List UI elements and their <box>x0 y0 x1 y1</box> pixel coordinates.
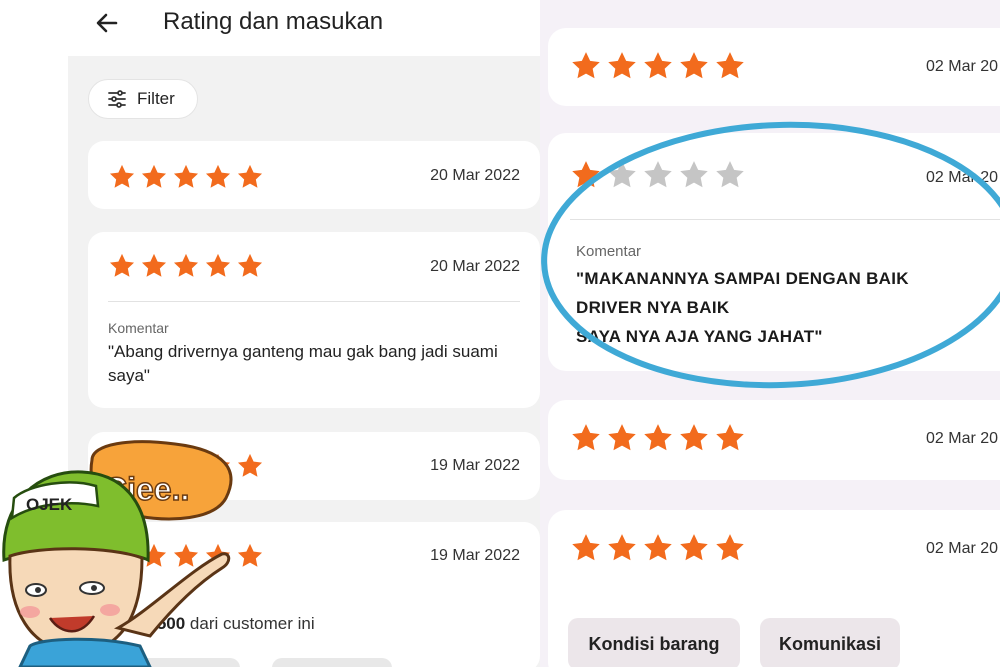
filter-sliders-icon <box>108 90 126 108</box>
star-filled-icon <box>570 532 602 564</box>
chip-kondisi-barang[interactable]: Kondisi barang <box>568 618 740 667</box>
comment-label: Komentar <box>108 320 169 336</box>
comment-line: DRIVER NYA BAIK <box>576 298 730 317</box>
star-rating <box>570 422 746 454</box>
star-empty-icon <box>678 159 710 191</box>
star-rating <box>108 163 264 191</box>
star-filled-icon <box>108 163 136 191</box>
category-chip[interactable] <box>272 658 392 667</box>
star-filled-icon <box>606 422 638 454</box>
star-filled-icon <box>642 50 674 82</box>
star-filled-icon <box>236 452 264 480</box>
star-filled-icon <box>236 542 264 570</box>
filter-label: Filter <box>137 89 175 108</box>
star-filled-icon <box>172 163 200 191</box>
star-filled-icon <box>606 50 638 82</box>
review-card-highlighted[interactable]: 02 Mar 20 Komentar "MAKANANNYA SAMPAI DE… <box>548 133 1000 371</box>
review-card[interactable]: 20 Mar 2022 <box>88 141 540 209</box>
left-screenshot: Rating dan masukan Filter 20 Mar 2022 20… <box>0 0 540 667</box>
star-rating <box>570 50 746 82</box>
review-card[interactable]: 20 Mar 2022 Komentar "Abang drivernya ga… <box>88 232 540 408</box>
review-date: 20 Mar 2022 <box>430 258 520 275</box>
star-filled-icon <box>236 252 264 280</box>
divider <box>108 301 520 302</box>
comment-line: SAYA NYA AJA YANG JAHAT" <box>576 327 823 346</box>
star-filled-icon <box>606 532 638 564</box>
review-card[interactable]: 02 Mar 20 <box>548 400 1000 480</box>
star-empty-icon <box>714 159 746 191</box>
right-screenshot: 02 Mar 20 02 Mar 20 Komentar "MAKANANNYA… <box>540 0 1000 667</box>
ojek-driver-sticker: Ciee.. OJEK <box>2 440 233 667</box>
review-date: 20 Mar 2022 <box>430 167 520 184</box>
review-date: 02 Mar 20 <box>926 430 999 447</box>
star-rating <box>570 159 746 191</box>
star-filled-icon <box>140 163 168 191</box>
star-filled-icon <box>714 532 746 564</box>
star-filled-icon <box>570 159 602 191</box>
star-empty-icon <box>642 159 674 191</box>
star-filled-icon <box>236 163 264 191</box>
star-filled-icon <box>678 532 710 564</box>
review-date: 02 Mar 20 <box>926 58 999 75</box>
review-card[interactable]: 02 Mar 20 <box>548 28 1000 106</box>
star-empty-icon <box>606 159 638 191</box>
comment-text: "MAKANANNYA SAMPAI DENGAN BAIK DRIVER NY… <box>576 264 996 351</box>
star-filled-icon <box>570 422 602 454</box>
star-filled-icon <box>714 422 746 454</box>
star-filled-icon <box>642 422 674 454</box>
star-filled-icon <box>678 50 710 82</box>
helmet-text: OJEK <box>26 495 73 514</box>
star-filled-icon <box>108 252 136 280</box>
star-filled-icon <box>204 252 232 280</box>
comment-text: "Abang drivernya ganteng mau gak bang ja… <box>108 342 498 385</box>
star-filled-icon <box>642 532 674 564</box>
star-filled-icon <box>204 163 232 191</box>
comment-line: "MAKANANNYA SAMPAI DENGAN BAIK <box>576 269 909 288</box>
review-date: 19 Mar 2022 <box>430 457 520 474</box>
filter-button[interactable]: Filter <box>88 79 198 119</box>
page-title: Rating dan masukan <box>163 8 384 35</box>
comment-label: Komentar <box>576 243 642 260</box>
review-date: 02 Mar 20 <box>926 540 999 557</box>
star-rating <box>108 252 264 280</box>
star-filled-icon <box>172 252 200 280</box>
star-filled-icon <box>714 50 746 82</box>
star-filled-icon <box>140 252 168 280</box>
review-date: 19 Mar 2022 <box>430 547 520 564</box>
star-rating <box>570 532 746 564</box>
back-arrow-icon[interactable] <box>92 8 122 38</box>
star-filled-icon <box>570 50 602 82</box>
review-date: 02 Mar 20 <box>926 169 999 186</box>
chip-komunikasi[interactable]: Komunikasi <box>760 618 900 667</box>
divider <box>570 219 1000 220</box>
star-filled-icon <box>678 422 710 454</box>
